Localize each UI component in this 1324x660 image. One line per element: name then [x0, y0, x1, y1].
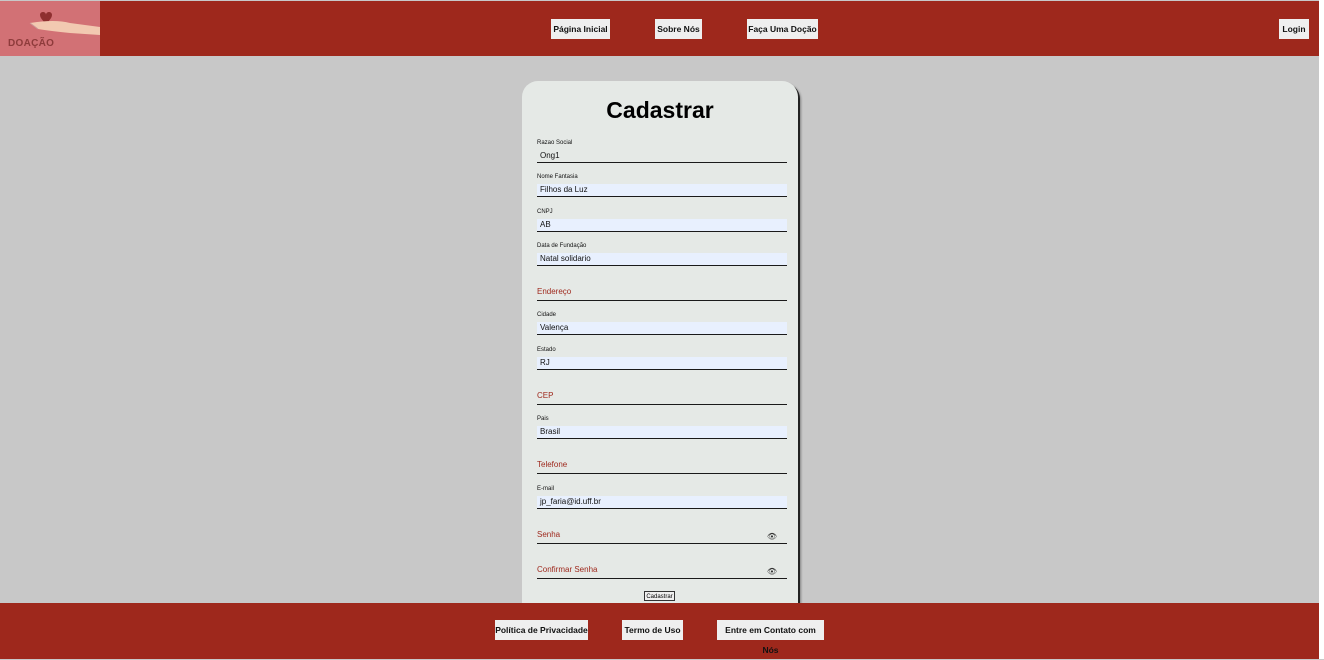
eye-icon[interactable]: 👁: [767, 567, 777, 576]
page-title: Cadastrar: [606, 97, 714, 123]
field-value[interactable]: Filhos da Luz: [537, 184, 787, 196]
field-value[interactable]: Ong1: [537, 150, 787, 162]
field-label: Pais: [537, 416, 549, 422]
razao-social-field[interactable]: Razao Social Ong1: [537, 140, 787, 163]
nav-home-button[interactable]: Página Inicial: [551, 19, 610, 39]
cidade-field[interactable]: Cidade Valença: [537, 312, 787, 335]
pais-field[interactable]: Pais Brasil: [537, 416, 787, 439]
field-placeholder: Endereço: [537, 287, 572, 296]
field-placeholder: CEP: [537, 391, 554, 400]
nav-about-button[interactable]: Sobre Nós: [655, 19, 702, 39]
field-label: E-mail: [537, 486, 555, 492]
scroll-edge: [1319, 0, 1324, 659]
field-value[interactable]: RJ: [537, 357, 787, 369]
field-label: Cidade: [537, 312, 557, 318]
terms-link[interactable]: Termo de Uso: [622, 620, 683, 640]
field-value[interactable]: jp_faria@id.uff.br: [537, 496, 787, 508]
eye-icon[interactable]: 👁: [767, 532, 777, 541]
field-label: Nome Fantasia: [537, 174, 578, 180]
logo-text: DOAÇÃO: [8, 38, 55, 49]
estado-field[interactable]: Estado RJ: [537, 347, 787, 370]
data-fundacao-field[interactable]: Data de Fundação Natal solidario: [537, 243, 787, 266]
footer: Política de Privacidade Termo de Uso Ent…: [0, 603, 1319, 659]
endereco-field[interactable]: Endereço: [537, 280, 787, 301]
field-label: Razao Social: [537, 140, 573, 146]
cnpj-field[interactable]: CNPJ AB: [537, 209, 787, 232]
signup-card: Cadastrar Razao Social Ong1 Nome Fantasi…: [522, 81, 798, 621]
nome-fantasia-field[interactable]: Nome Fantasia Filhos da Luz: [537, 174, 787, 197]
field-value[interactable]: AB: [537, 219, 787, 231]
telefone-field[interactable]: Telefone: [537, 453, 787, 474]
field-value[interactable]: Valença: [537, 322, 787, 334]
field-placeholder: Telefone: [537, 460, 568, 469]
cadastrar-button[interactable]: Cadastrar: [644, 591, 675, 601]
login-button[interactable]: Login: [1279, 19, 1309, 39]
privacy-policy-link[interactable]: Política de Privacidade: [495, 620, 588, 640]
logo[interactable]: DOAÇÃO: [0, 1, 100, 56]
cep-field[interactable]: CEP: [537, 384, 787, 405]
field-label: Estado: [537, 347, 556, 353]
field-placeholder: Senha: [537, 530, 561, 539]
top-navbar: DOAÇÃO Página Inicial Sobre Nós Faça Uma…: [0, 1, 1319, 56]
nav-donate-button[interactable]: Faça Uma Doção: [747, 19, 818, 39]
field-value[interactable]: Brasil: [537, 426, 787, 438]
field-label: Data de Fundação: [537, 243, 587, 249]
senha-field[interactable]: Senha 👁: [537, 523, 787, 544]
field-placeholder: Confirmar Senha: [537, 565, 598, 574]
field-label: CNPJ: [537, 209, 553, 215]
email-field[interactable]: E-mail jp_faria@id.uff.br: [537, 486, 787, 509]
contact-link[interactable]: Entre em Contato com Nós: [717, 620, 824, 655]
confirmar-senha-field[interactable]: Confirmar Senha 👁: [537, 558, 787, 579]
field-value[interactable]: Natal solidario: [537, 253, 787, 265]
